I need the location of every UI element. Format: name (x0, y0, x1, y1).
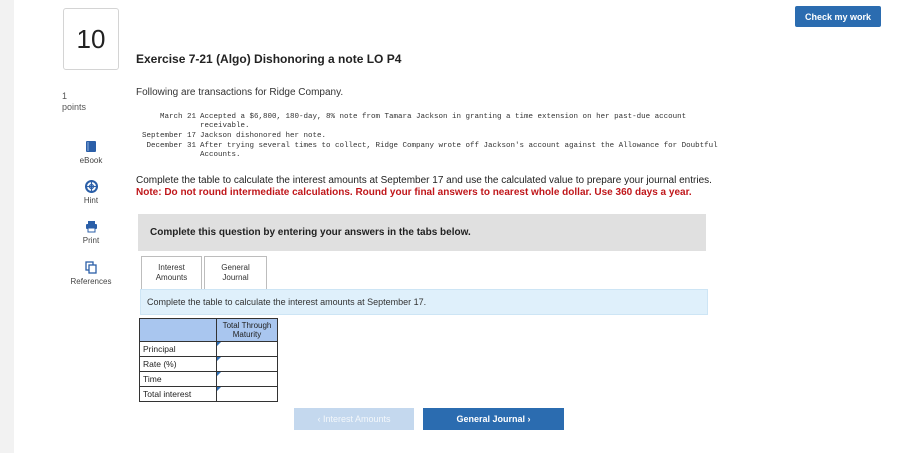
exercise-title: Exercise 7-21 (Algo) Dishonoring a note … (136, 52, 402, 66)
table-row: Rate (%) (139, 356, 278, 372)
rate-input[interactable] (216, 356, 278, 372)
input-marker (217, 357, 221, 361)
tab-label-line: Amounts (155, 273, 188, 282)
transaction-row: December 31 After trying several times t… (136, 142, 776, 162)
total-interest-input[interactable] (216, 386, 278, 402)
transaction-row: March 21 Accepted a $6,800, 180-day, 8% … (136, 113, 776, 133)
prev-tab-label: Interest Amounts (322, 414, 391, 424)
tab-label-line: Journal (222, 273, 249, 282)
hint-label: Hint (83, 196, 99, 205)
book-icon (86, 141, 96, 152)
table-row: Principal (139, 341, 278, 357)
time-input[interactable] (216, 371, 278, 387)
input-marker (217, 342, 221, 346)
tab-instruction-text: Complete the table to calculate the inte… (147, 297, 427, 307)
interest-table: Total Through Maturity Principal Rate (%… (139, 318, 278, 402)
row-label: Rate (%) (139, 356, 217, 372)
next-tab-label: General Journal (456, 414, 525, 424)
tab-label-line: General (221, 263, 250, 272)
table-corner-cell (139, 318, 217, 342)
input-marker (217, 387, 221, 391)
row-label: Total interest (139, 386, 217, 402)
transaction-row: September 17 Jackson dishonored her note… (136, 132, 776, 142)
question-number: 10 (63, 8, 119, 70)
transaction-text-line: Accepted a $6,800, 180-day, 8% note from… (200, 113, 687, 121)
tabs-banner: Complete this question by entering your … (138, 214, 706, 251)
tab-label-line: Interest (158, 263, 185, 272)
transaction-date: September 17 (141, 132, 196, 140)
transaction-text: After trying several times to collect, R… (200, 142, 760, 160)
prev-tab-button[interactable]: ‹ Interest Amounts (294, 408, 414, 430)
transaction-text-line: After trying several times to collect, R… (200, 142, 718, 150)
ebook-label: eBook (79, 156, 103, 165)
instruction-text: Complete the table to calculate the inte… (136, 175, 712, 186)
tab-general-journal[interactable]: General Journal (204, 256, 267, 290)
check-my-work-button[interactable]: Check my work (795, 6, 881, 27)
references-label: References (70, 277, 112, 286)
transaction-date: December 31 (146, 142, 196, 150)
references-tool[interactable]: References (64, 261, 118, 286)
table-row: Time (139, 371, 278, 387)
transaction-date: March 21 (159, 113, 196, 121)
tab-instruction-bar: Complete the table to calculate the inte… (140, 289, 708, 315)
next-tab-button[interactable]: General Journal › (423, 408, 564, 430)
points-label: points (62, 102, 87, 112)
transaction-text: Accepted a $6,800, 180-day, 8% note from… (200, 113, 760, 131)
row-label: Principal (139, 341, 217, 357)
chevron-left-icon: ‹ (317, 414, 321, 424)
hint-tool[interactable]: Hint (64, 180, 118, 205)
ebook-tool[interactable]: eBook (64, 140, 118, 165)
rounding-note: Note: Do not round intermediate calculat… (136, 187, 692, 198)
principal-input[interactable] (216, 341, 278, 357)
chevron-right-icon: › (527, 414, 531, 424)
copy-icon (85, 261, 97, 274)
points-indicator: 1 points (62, 91, 86, 113)
tab-interest-amounts[interactable]: Interest Amounts (141, 256, 202, 290)
points-value: 1 (62, 91, 68, 101)
printer-icon (85, 221, 97, 233)
transaction-text-line: receivable. (200, 122, 250, 130)
column-header: Total Through Maturity (216, 318, 278, 342)
input-marker (217, 372, 221, 376)
transaction-text: Jackson dishonored her note. (200, 132, 327, 140)
row-label: Time (139, 371, 217, 387)
exercise-intro: Following are transactions for Ridge Com… (136, 87, 344, 98)
banner-text: Complete this question by entering your … (150, 227, 471, 238)
table-header-row: Total Through Maturity (139, 318, 278, 342)
table-row: Total interest (139, 386, 278, 402)
lifebuoy-icon (84, 180, 98, 193)
print-label: Print (82, 236, 100, 245)
left-strip (0, 0, 14, 453)
transaction-text-line: Accounts. (200, 151, 241, 159)
print-tool[interactable]: Print (64, 220, 118, 245)
